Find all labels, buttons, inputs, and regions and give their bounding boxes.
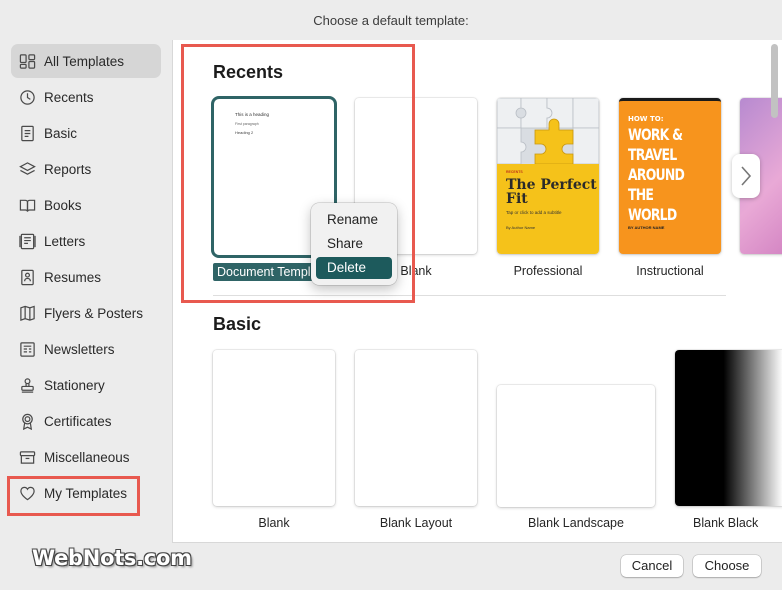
vertical-scrollbar[interactable] (771, 44, 778, 118)
scroll-right-button[interactable] (732, 154, 760, 198)
clock-icon (18, 88, 37, 107)
template-blank-black[interactable] (675, 350, 782, 506)
sidebar-item-label: Stationery (44, 377, 105, 393)
preview-kicker: RECENTS (506, 170, 523, 174)
sidebar-item-recents[interactable]: Recents (11, 80, 161, 114)
sidebar-item-all-templates[interactable]: All Templates (11, 44, 161, 78)
sidebar-item-letters[interactable]: Letters (11, 224, 161, 258)
letter-icon (18, 232, 37, 251)
template-professional[interactable]: RECENTS The Perfect Fit Tap or click to … (497, 98, 599, 254)
preview-top: HOW TO: (628, 115, 664, 123)
sidebar-item-newsletters[interactable]: Newsletters (11, 332, 161, 366)
template-caption: Instructional (636, 264, 704, 278)
sidebar-item-certificates[interactable]: Certificates (11, 404, 161, 438)
grid-icon (18, 52, 37, 71)
preview-title: WORK & TRAVEL AROUND THE WORLD (628, 125, 685, 224)
section-title-basic: Basic (213, 314, 262, 334)
sidebar-item-label: Certificates (44, 413, 112, 429)
puzzle-image (497, 98, 599, 165)
template-blank-landscape[interactable] (497, 385, 655, 507)
resume-icon (18, 268, 37, 287)
preview-title: The Perfect Fit (506, 177, 597, 207)
sidebar-item-label: Flyers & Posters (44, 305, 144, 321)
sidebar-item-basic[interactable]: Basic (11, 116, 161, 150)
newsletter-icon (18, 340, 37, 359)
annotation-highlight-recents (181, 44, 415, 303)
template-caption: Blank Black (693, 516, 759, 530)
sidebar-item-label: Miscellaneous (44, 449, 130, 465)
annotation-highlight-my-templates (7, 476, 140, 516)
preview-author: By Author Name (506, 225, 536, 230)
sidebar-item-label: Basic (44, 125, 78, 141)
dialog-footer: Cancel Choose (172, 542, 782, 590)
report-icon (18, 160, 37, 179)
sidebar-item-label: All Templates (44, 53, 125, 69)
template-caption: Blank (258, 516, 290, 530)
ribbon-icon (18, 412, 37, 431)
sidebar-item-books[interactable]: Books (11, 188, 161, 222)
window-title: Choose a default template: (313, 13, 469, 28)
sidebar-item-label: Resumes (44, 269, 102, 285)
sidebar-item-label: Newsletters (44, 341, 115, 357)
sidebar-item-label: Books (44, 197, 82, 213)
sidebar-item-label: Reports (44, 161, 92, 177)
choose-button[interactable]: Choose (693, 555, 761, 577)
sidebar-item-reports[interactable]: Reports (11, 152, 161, 186)
doc-icon (18, 124, 37, 143)
cancel-button[interactable]: Cancel (621, 555, 683, 577)
template-blank-layout[interactable] (355, 350, 477, 506)
sidebar-item-resumes[interactable]: Resumes (11, 260, 161, 294)
sidebar-item-label: Letters (44, 233, 86, 249)
template-instructional[interactable]: HOW TO: WORK & TRAVEL AROUND THE WORLD B… (619, 98, 721, 254)
book-icon (18, 196, 37, 215)
sidebar-item-label: Recents (44, 89, 94, 105)
box-icon (18, 448, 37, 467)
watermark-logo: WebNots.com (32, 546, 192, 570)
yellow-panel: RECENTS The Perfect Fit Tap or click to … (497, 164, 599, 254)
template-caption: Professional (513, 264, 583, 278)
chevron-right-icon (741, 166, 752, 186)
template-caption: Blank Landscape (528, 516, 624, 530)
flyer-icon (18, 304, 37, 323)
preview-author: BY AUTHOR NAME (628, 225, 665, 230)
sidebar-item-stationery[interactable]: Stationery (11, 368, 161, 402)
preview-subtitle: Tap or click to add a subtitle (506, 210, 562, 215)
template-caption: Blank Layout (379, 516, 453, 530)
stamp-icon (18, 376, 37, 395)
sidebar-item-miscellaneous[interactable]: Miscellaneous (11, 440, 161, 474)
template-chooser-window: Choose a default template: All Templates… (0, 0, 782, 590)
sidebar-item-flyers-posters[interactable]: Flyers & Posters (11, 296, 161, 330)
template-basic-blank[interactable] (213, 350, 335, 506)
